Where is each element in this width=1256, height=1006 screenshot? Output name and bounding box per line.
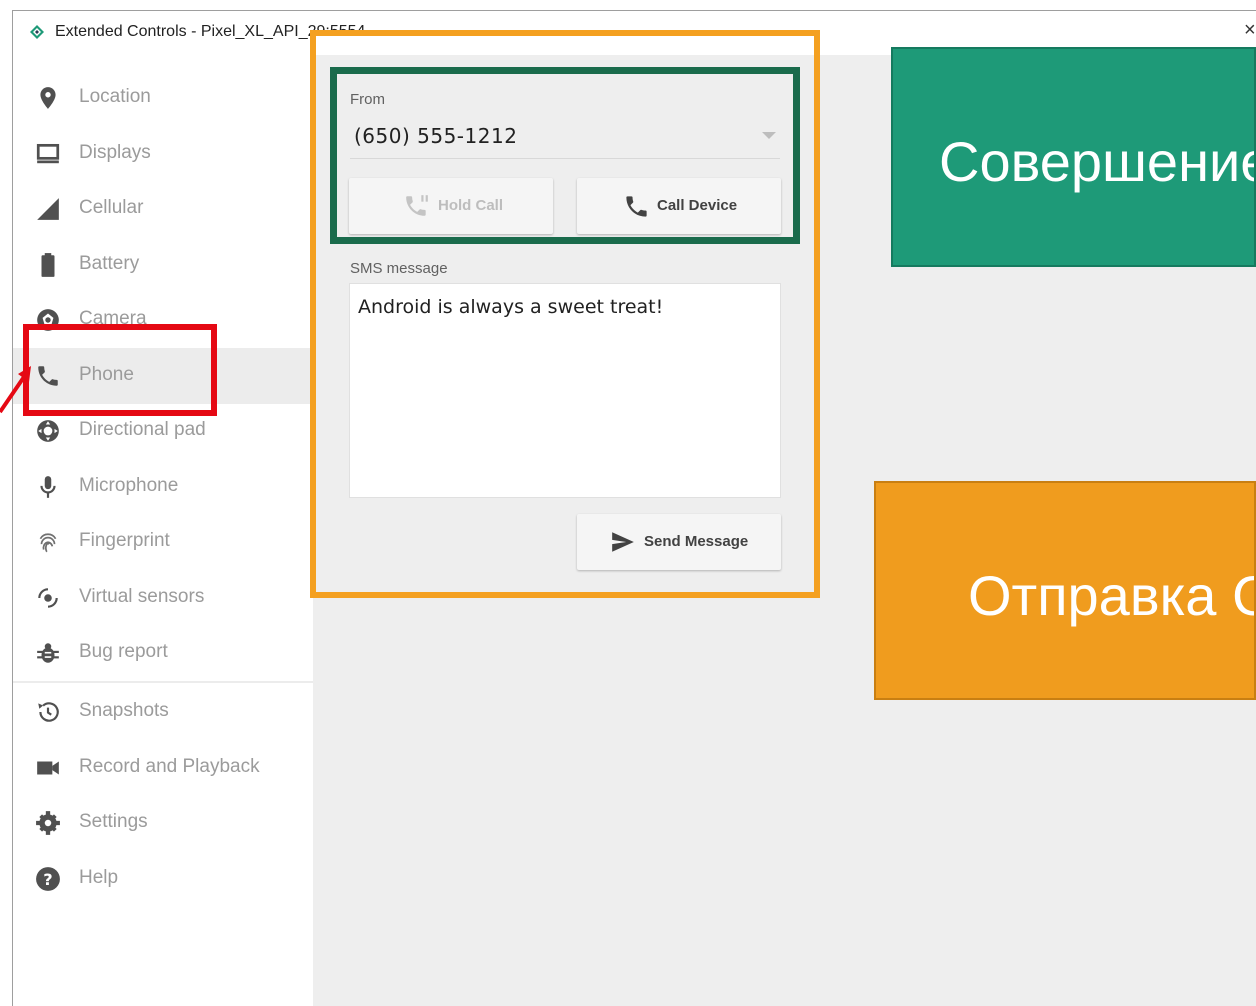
sms-callout-text: Отправка СМС [968,564,1254,627]
sidebar-item-snapshots[interactable]: Snapshots [13,684,313,740]
sidebar-item-label: Virtual sensors [79,586,205,607]
sidebar-item-location[interactable]: Location [13,70,313,126]
sidebar-item-fingerprint[interactable]: Fingerprint [13,514,313,570]
sidebar-item-record-and-playback[interactable]: Record and Playback [13,740,313,796]
microphone-icon [40,476,56,498]
bug-icon [37,643,59,663]
sidebar-item-label: Settings [79,811,148,832]
sidebar-item-bug-report[interactable]: Bug report [13,625,313,681]
gear-icon [36,811,60,835]
sidebar-item-label: Microphone [79,475,179,496]
sidebar-item-label: Displays [79,142,151,163]
cellular-signal-icon [37,198,59,220]
sidebar-item-battery[interactable]: Battery [13,237,313,293]
emulator-app-icon [30,25,44,39]
battery-icon [41,253,55,277]
close-icon[interactable]: × [1244,19,1256,42]
rotation-icon [38,588,58,608]
sidebar-divider [13,681,313,683]
sidebar-item-microphone[interactable]: Microphone [13,459,313,515]
sidebar-item-label: Help [79,867,119,888]
sidebar-item-settings[interactable]: Settings [13,795,313,851]
video-camera-icon [37,761,59,775]
sidebar-item-displays[interactable]: Displays [13,126,313,182]
fingerprint-icon [39,533,57,553]
call-callout-text: Совершение вызова [939,130,1256,193]
sidebar-item-help[interactable]: ? Help [13,851,313,907]
arrow-pointer-icon [0,366,31,414]
sidebar-item-label: Fingerprint [79,530,170,551]
call-callout-box: Совершение вызова [891,47,1256,267]
call-section-highlight [330,67,800,244]
sidebar-item-virtual-sensors[interactable]: Virtual sensors [13,570,313,626]
phone-tab-highlight [23,324,217,416]
sidebar-item-label: Cellular [79,197,144,218]
sidebar-item-label: Record and Playback [79,756,260,777]
sidebar-item-label: Battery [79,253,140,274]
sidebar-item-label: Bug report [79,641,168,662]
sidebar-nav: Location Displays Cellular Battery Camer… [13,54,313,1006]
dpad-icon [37,420,59,442]
display-icon [36,143,60,164]
sms-callout-box: Отправка СМС [874,481,1256,700]
help-icon: ? [36,867,60,891]
sidebar-item-label: Location [79,86,151,107]
svg-text:?: ? [43,870,52,889]
sidebar-item-cellular[interactable]: Cellular [13,181,313,237]
sidebar-item-label: Directional pad [79,419,206,440]
location-pin-icon [40,87,56,109]
sidebar-item-label: Snapshots [79,700,169,721]
history-icon [38,702,59,722]
